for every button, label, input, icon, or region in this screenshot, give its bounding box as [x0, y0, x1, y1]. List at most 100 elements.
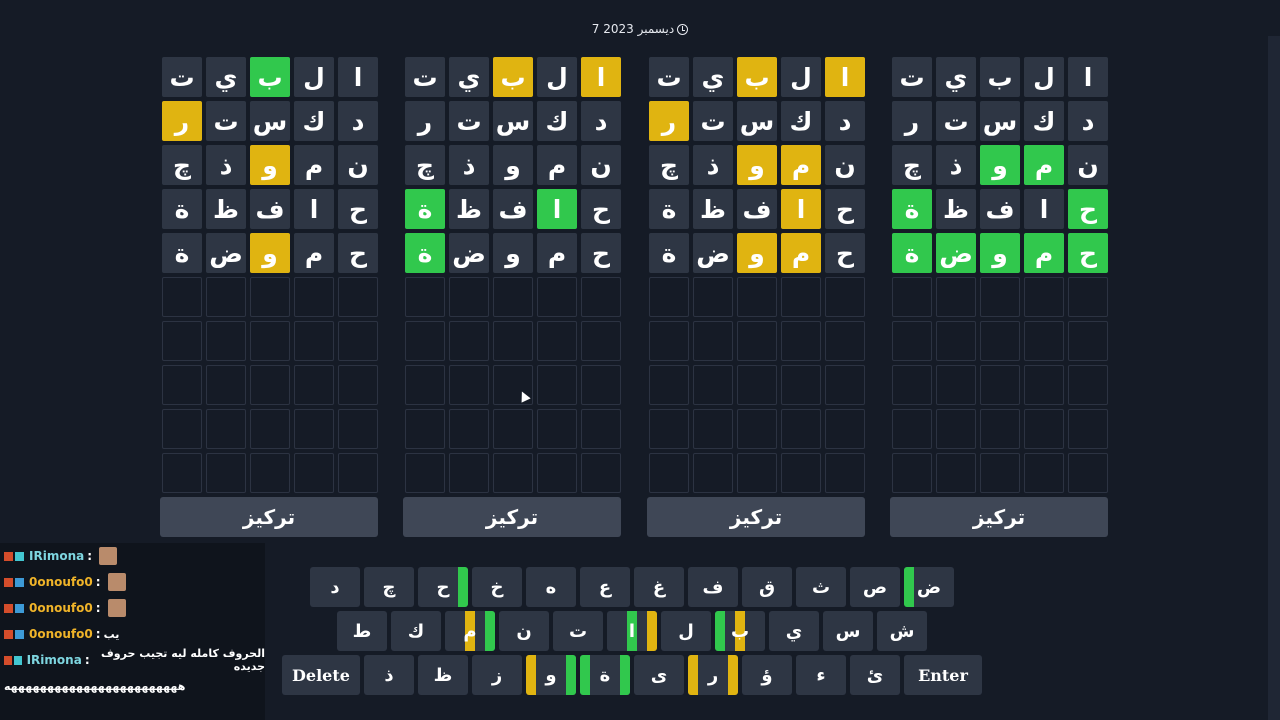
keyboard-key[interactable]: ك	[391, 611, 441, 651]
key-label: ى	[650, 664, 668, 686]
letter-tile: ا	[294, 189, 334, 229]
empty-tile	[649, 365, 689, 405]
letter-tile: ة	[405, 189, 445, 229]
keyboard-key[interactable]: س	[823, 611, 873, 651]
key-status-bar	[647, 611, 657, 651]
keyboard-key[interactable]: م	[445, 611, 495, 651]
board-4: ا ل ب ي ت د ك س ت ر ن م و ذ چ ح ا ف ظ ة ح م و ض ة تركيز	[890, 57, 1108, 537]
letter-tile: ة	[892, 233, 932, 273]
letter-tile: و	[250, 233, 290, 273]
letter-tile: ض	[206, 233, 246, 273]
keyboard-key[interactable]: ط	[337, 611, 387, 651]
keyboard-key[interactable]: ن	[499, 611, 549, 651]
keyboard-key[interactable]: ى	[634, 655, 684, 695]
delete-key[interactable]: Delete	[282, 655, 360, 695]
keyboard-key[interactable]: ي	[769, 611, 819, 651]
empty-tile	[781, 321, 821, 361]
keyboard-key[interactable]: غ	[634, 567, 684, 607]
letter-tile: ح	[581, 233, 621, 273]
letter-tile: ف	[250, 189, 290, 229]
key-label: غ	[652, 576, 666, 598]
empty-tile	[294, 365, 334, 405]
key-label: چ	[382, 576, 396, 598]
empty-tile	[825, 321, 865, 361]
letter-tile: ذ	[206, 145, 246, 185]
keyboard-key[interactable]: چ	[364, 567, 414, 607]
letter-tile: ن	[338, 145, 378, 185]
empty-tile	[781, 277, 821, 317]
key-label: ح	[436, 576, 450, 598]
keyboard-key[interactable]: خ	[472, 567, 522, 607]
chat-message: IRimona :	[0, 543, 265, 569]
keyboard-key[interactable]: ظ	[418, 655, 468, 695]
letter-tile: ذ	[936, 145, 976, 185]
keyboard-key[interactable]: ة	[580, 655, 630, 695]
focus-button[interactable]: تركيز	[403, 497, 621, 537]
keyboard-key[interactable]: ض	[904, 567, 954, 607]
keyboard-key[interactable]: ه	[526, 567, 576, 607]
keyboard-key[interactable]: ع	[580, 567, 630, 607]
letter-tile: ك	[781, 101, 821, 141]
letter-tile: ذ	[693, 145, 733, 185]
empty-tile	[162, 453, 202, 493]
focus-button[interactable]: تركيز	[890, 497, 1108, 537]
letter-tile: ب	[493, 57, 533, 97]
focus-button[interactable]: تركيز	[160, 497, 378, 537]
letter-tile: ي	[693, 57, 733, 97]
empty-tile	[405, 277, 445, 317]
keyboard-key[interactable]: ح	[418, 567, 468, 607]
letter-tile: ا	[581, 57, 621, 97]
key-label: ن	[516, 620, 532, 642]
user-avatar	[99, 547, 118, 565]
empty-tile	[493, 321, 533, 361]
letter-tile: ة	[649, 189, 689, 229]
key-status-bar	[526, 655, 536, 695]
chat-message: 0onoufo0 : يب	[0, 621, 265, 647]
chat-username: 0onoufo0	[29, 627, 93, 641]
keyboard-key[interactable]: ص	[850, 567, 900, 607]
letter-tile: ت	[892, 57, 932, 97]
keyboard-key[interactable]: ف	[688, 567, 738, 607]
keyboard-key[interactable]: ا	[607, 611, 657, 651]
keyboard-key[interactable]: ش	[877, 611, 927, 651]
keyboard-key[interactable]: ز	[472, 655, 522, 695]
empty-tile	[737, 365, 777, 405]
scrollbar[interactable]	[1268, 36, 1280, 720]
badge-icon	[4, 603, 13, 613]
enter-key[interactable]: Enter	[904, 655, 982, 695]
letter-tile: ا	[537, 189, 577, 229]
key-label: ك	[407, 620, 425, 642]
empty-tile	[693, 409, 733, 449]
key-label: ء	[816, 664, 826, 686]
empty-tile	[737, 409, 777, 449]
game-date: 7 ديسمبر 2023	[560, 22, 720, 36]
letter-tile: ة	[892, 189, 932, 229]
keyboard-key[interactable]: ذ	[364, 655, 414, 695]
keyboard-key[interactable]: ت	[553, 611, 603, 651]
keyboard-key[interactable]: ئ	[850, 655, 900, 695]
focus-button[interactable]: تركيز	[647, 497, 865, 537]
empty-tile	[338, 277, 378, 317]
chat-username: IRimona	[26, 653, 82, 667]
badge-icon	[4, 655, 12, 665]
empty-tile	[1068, 365, 1108, 405]
keyboard-key[interactable]: ل	[661, 611, 711, 651]
key-label: ق	[758, 576, 776, 598]
letter-tile: ي	[936, 57, 976, 97]
keyboard-key[interactable]: ء	[796, 655, 846, 695]
chat-message: 0onoufo0 :	[0, 569, 265, 595]
keyboard-key[interactable]: ب	[715, 611, 765, 651]
key-label: م	[463, 620, 477, 642]
keyboard-key[interactable]: ق	[742, 567, 792, 607]
chat-username: 0onoufo0	[29, 575, 93, 589]
keyboard-key[interactable]: ؤ	[742, 655, 792, 695]
empty-tile	[294, 277, 334, 317]
keyboard-key[interactable]: ر	[688, 655, 738, 695]
keyboard-key[interactable]: د	[310, 567, 360, 607]
keyboard-key[interactable]: و	[526, 655, 576, 695]
letter-tile: م	[294, 145, 334, 185]
keyboard-key[interactable]: ث	[796, 567, 846, 607]
letter-tile: ل	[1024, 57, 1064, 97]
keyboard-row: طك م نتالبيسش	[335, 611, 929, 651]
letter-tile: س	[250, 101, 290, 141]
